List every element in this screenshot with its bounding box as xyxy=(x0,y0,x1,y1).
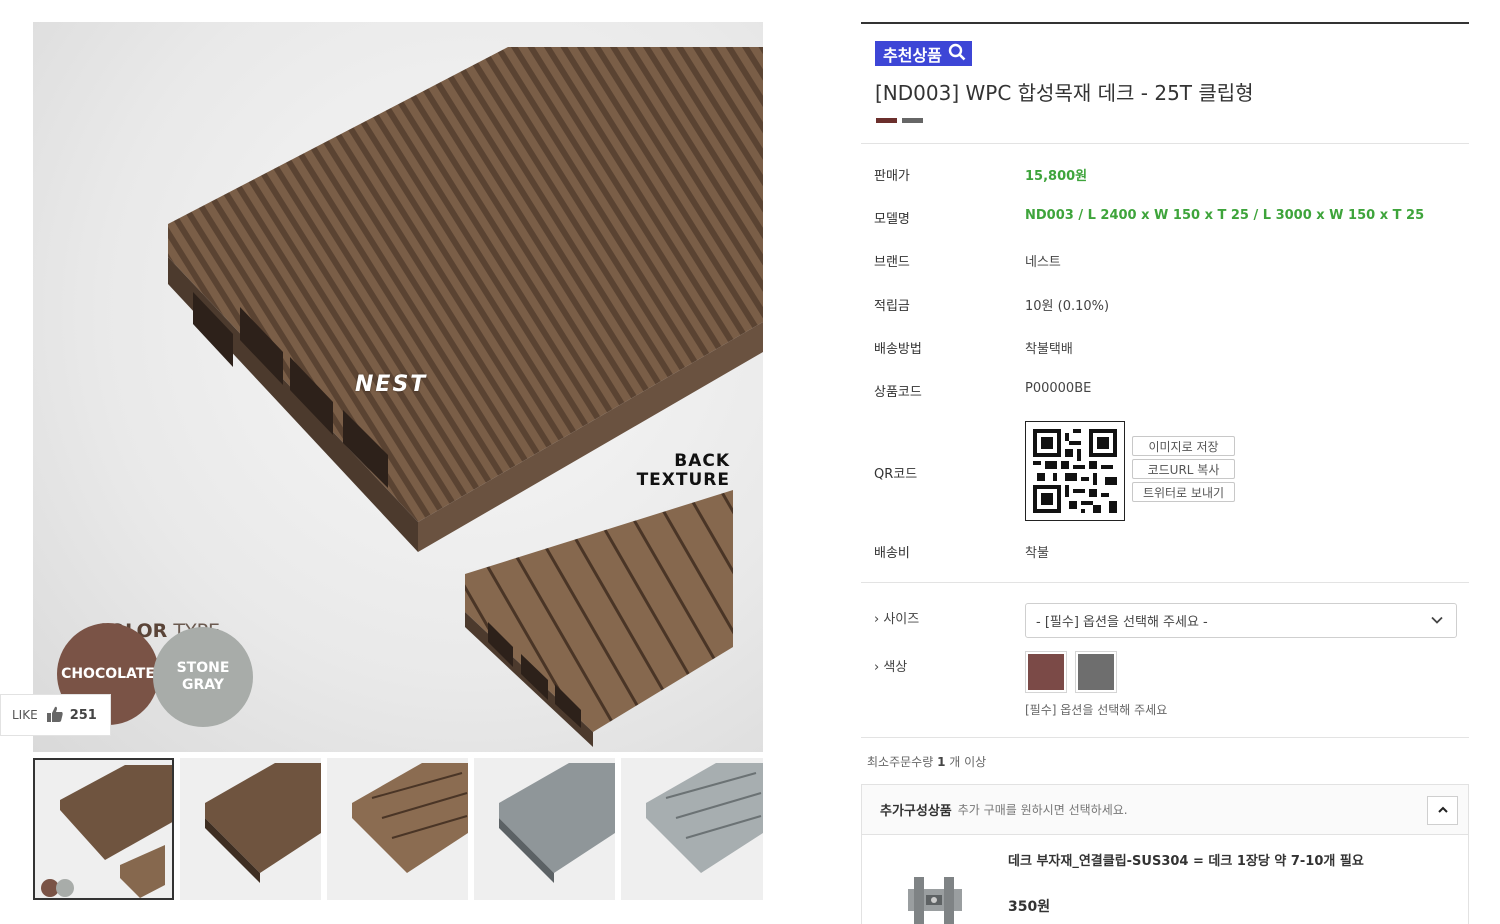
addon-subtitle: 추가 구매를 원하시면 선택하세요. xyxy=(957,803,1128,817)
color-chip-2 xyxy=(902,118,923,123)
like-count: 251 xyxy=(69,707,97,723)
divider xyxy=(861,143,1469,144)
search-icon xyxy=(948,43,966,65)
recommended-badge: 추천상품 xyxy=(875,41,972,66)
gray-swatch-fill xyxy=(1078,654,1114,690)
main-product-image[interactable]: NEST BACK TEXTURE COLOR TYPE CHOCOLATE S… xyxy=(33,22,763,752)
chocolate-swatch-label: CHOCOLATE xyxy=(61,665,155,682)
min-order-suffix: 개 이상 xyxy=(945,755,987,769)
like-label: LIKE xyxy=(12,708,38,722)
shipping-method-value: 착불택배 xyxy=(1025,342,1073,357)
color-chip-list xyxy=(876,118,923,123)
addon-title: 추가구성상품 xyxy=(880,804,952,819)
addon-products-panel: 추가구성상품 추가 구매를 원하시면 선택하세요. 데크 부자재_연결클립-SU… xyxy=(861,784,1469,924)
shipping-fee-value: 착불 xyxy=(1025,546,1049,561)
stone-gray-swatch: STONE GRAY xyxy=(153,627,253,727)
recommended-badge-label: 추천상품 xyxy=(883,45,942,65)
size-select[interactable]: - [필수] 옵션을 선택해 주세요 - xyxy=(1025,603,1457,638)
thumbnail-3[interactable] xyxy=(327,758,468,900)
color-option-label: › 색상 xyxy=(874,660,908,675)
qr-code xyxy=(1025,421,1125,521)
model-value: ND003 / L 2400 x W 150 x T 25 / L 3000 x… xyxy=(1025,208,1425,223)
addon-item-name[interactable]: 데크 부자재_연결클립-SUS304 = 데크 1장당 약 7-10개 필요 xyxy=(1008,853,1378,870)
min-order-prefix: 최소주문수량 xyxy=(867,755,938,769)
spec-label: 브랜드 xyxy=(874,255,910,270)
spec-label: 적립금 xyxy=(874,299,910,314)
share-twitter-button[interactable]: 트위터로 보내기 xyxy=(1132,482,1235,502)
spec-label: QR코드 xyxy=(874,467,918,482)
product-code-value: P00000BE xyxy=(1025,381,1092,396)
price-value: 15,800원 xyxy=(1025,169,1088,184)
brand-logo: NEST xyxy=(355,372,428,397)
back-texture-line1: BACK xyxy=(674,451,730,471)
color-chip-1 xyxy=(876,118,897,123)
color-option-gray[interactable] xyxy=(1075,651,1117,693)
thumbnail-5[interactable] xyxy=(621,758,763,900)
like-button[interactable]: LIKE 251 xyxy=(0,694,111,736)
save-as-image-button[interactable]: 이미지로 저장 xyxy=(1132,436,1235,456)
stone-gray-line2: GRAY xyxy=(182,677,224,693)
brown-swatch-fill xyxy=(1028,654,1064,690)
product-title: [ND003] WPC 합성목재 데크 - 25T 클립형 xyxy=(875,81,1254,105)
spec-label: 상품코드 xyxy=(874,385,922,400)
back-texture-line2: TEXTURE xyxy=(636,470,730,490)
points-value: 10원 (0.10%) xyxy=(1025,299,1110,314)
thumbnail-1[interactable] xyxy=(33,758,174,900)
brand-value: 네스트 xyxy=(1025,255,1061,270)
thumbnail-strip xyxy=(33,758,763,900)
spec-label: 판매가 xyxy=(874,169,910,184)
thumbnail-2[interactable] xyxy=(180,758,321,900)
color-option-brown[interactable] xyxy=(1025,651,1067,693)
product-info-panel: 추천상품 [ND003] WPC 합성목재 데크 - 25T 클립형 판매가 1… xyxy=(861,22,1469,924)
back-texture-caption: BACK TEXTURE xyxy=(637,452,730,490)
addon-header: 추가구성상품 추가 구매를 원하시면 선택하세요. xyxy=(862,785,1468,835)
divider xyxy=(861,737,1469,738)
spec-label: 배송비 xyxy=(874,546,910,561)
clip-product-image[interactable] xyxy=(900,867,970,924)
top-rule xyxy=(861,22,1469,24)
spec-label: 배송방법 xyxy=(874,342,922,357)
copy-code-url-button[interactable]: 코드URL 복사 xyxy=(1132,459,1235,479)
thumbnail-4[interactable] xyxy=(474,758,615,900)
addon-item-price: 350원 xyxy=(1008,899,1051,915)
spec-label: 모델명 xyxy=(874,212,910,227)
size-select-value: - [필수] 옵션을 선택해 주세요 - xyxy=(1036,615,1208,630)
thumbs-up-icon xyxy=(46,705,64,726)
size-option-label: › 사이즈 xyxy=(874,612,920,627)
collapse-button[interactable] xyxy=(1427,796,1458,825)
chevron-up-icon xyxy=(1437,801,1449,820)
color-option-hint: [필수] 옵션을 선택해 주세요 xyxy=(1025,703,1168,717)
stone-gray-swatch-label: STONE GRAY xyxy=(177,660,230,694)
divider xyxy=(861,582,1469,583)
chevron-down-icon xyxy=(1430,613,1444,631)
min-order-quantity: 최소주문수량 1 개 이상 xyxy=(867,753,986,770)
stone-gray-line1: STONE xyxy=(176,660,230,676)
